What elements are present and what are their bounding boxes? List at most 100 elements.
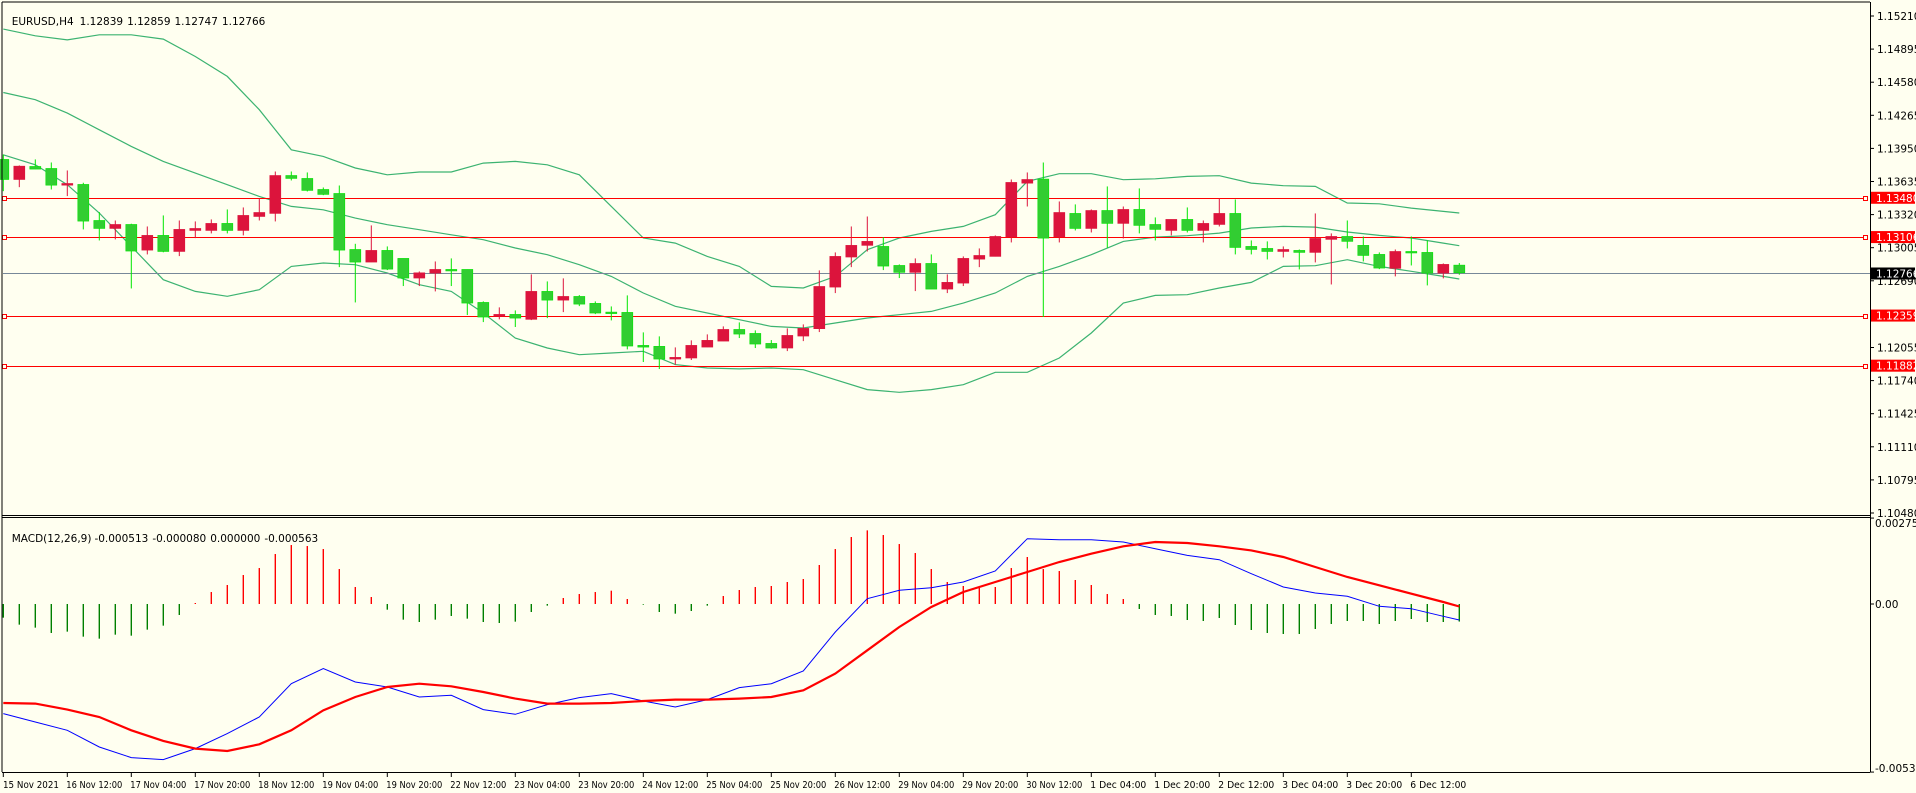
candle-body [925,263,938,290]
time-tick-label: 23 Nov 20:00 [578,780,634,791]
candle-body [1309,238,1322,253]
candle-body [1005,182,1018,238]
candle-body [1405,251,1418,254]
candle-body [29,166,42,170]
line-handle-right[interactable] [1863,196,1868,201]
time-tick-label: 29 Nov 20:00 [962,780,1018,791]
candle-body [573,296,586,305]
candle-body [813,286,826,330]
candle-body [525,291,538,320]
candle-body [157,235,170,252]
header-low: 1.12747 [174,16,218,28]
line-handle-left[interactable] [2,235,7,240]
candle-body [477,302,490,318]
line-handle-right[interactable] [1863,235,1868,240]
candle-body [1341,236,1354,242]
line-handle-left[interactable] [2,314,7,319]
line-handle-left[interactable] [2,364,7,369]
candle-body [733,329,746,335]
price-tick-label: 1.13005 [1877,243,1916,255]
candle-body [701,340,714,348]
candle-body [413,272,426,279]
macd-tick-label: 0.002754 [1875,518,1916,530]
line-handle-right[interactable] [1863,314,1868,319]
candle-body [381,250,394,270]
candle-body [1181,219,1194,231]
candle-body [557,296,570,301]
candle-body [0,159,10,180]
macd-tick-label: -0.005387 [1875,763,1916,775]
price-label-text: 1.11882 [1876,361,1916,373]
candle [589,301,602,315]
candle-body [1133,209,1146,226]
candle-body [125,224,138,252]
price-tick-label: 1.14265 [1877,110,1916,122]
candle [957,256,970,287]
candle-body [13,165,26,180]
line-handle-right[interactable] [1863,364,1868,369]
candle [1005,179,1018,243]
time-tick-label: 3 Dec 20:00 [1346,780,1402,791]
price-tick-label: 1.11740 [1877,376,1916,388]
price-label-text: 1.13480 [1876,193,1916,205]
candle-body [621,312,634,347]
candle-body [429,269,442,274]
candle-body [493,314,506,317]
macd-tick-label: 0.00 [1875,599,1898,611]
candle-body [93,220,106,229]
candle-body [1021,179,1034,184]
price-tick-label: 1.15210 [1877,11,1916,23]
line-handle-left[interactable] [2,196,7,201]
candle-body [189,228,202,231]
candle-body [61,183,74,186]
candle-body [109,224,122,229]
candle-body [1213,213,1226,225]
price-tick-label: 1.14580 [1877,77,1916,89]
candle-body [1421,252,1434,274]
candle-body [1357,245,1370,256]
candle-body [221,223,234,231]
candle-body [237,215,250,231]
price-tick-label: 1.11110 [1877,442,1916,454]
time-tick-label: 29 Nov 04:00 [898,780,954,791]
price-chart[interactable]: 1.15210 1.14895 1.14580 1.14265 1.13950 1.136… [0,0,1916,793]
candle-body [829,256,842,288]
candle-body [1053,212,1066,238]
time-tick-label: 17 Nov 20:00 [194,780,250,791]
price-tick-label: 1.10795 [1877,475,1916,487]
candle-body [1293,250,1306,253]
time-tick-label: 19 Nov 20:00 [386,780,442,791]
candle-body [1037,178,1050,239]
candle-body [141,235,154,251]
candle-body [269,175,282,214]
candle-body [1373,254,1386,269]
time-tick-label: 15 Nov 2021 [3,780,59,791]
candle-body [1117,209,1130,224]
candle-body [765,343,778,349]
header-close: 1.12766 [221,16,266,28]
time-tick-label: 19 Nov 04:00 [322,780,378,791]
candle-body [333,193,346,251]
candle-body [877,246,890,267]
price-tick-label: 1.13635 [1877,176,1916,188]
price-tick-label: 1.13320 [1877,210,1916,222]
candle-body [957,258,970,284]
candle-body [1261,248,1274,252]
price-tick-label: 1.11425 [1877,409,1916,421]
candle-body [941,282,954,290]
macd-value-1: -0.000513 [94,533,149,545]
candle-body [317,189,330,195]
candle-body [669,357,682,360]
candle-body [781,335,794,349]
candle-body [1101,210,1114,224]
candle-body [1453,264,1466,274]
candle-body [461,269,474,304]
candle-body [1437,264,1450,274]
price-label-text: 1.12766 [1876,269,1916,281]
price-label-text: 1.12359 [1876,311,1916,323]
candle-body [1085,210,1098,229]
candle-body [1197,223,1210,231]
candle-body [1165,219,1178,231]
time-tick-label: 18 Nov 12:00 [258,780,314,791]
time-tick-label: 16 Nov 12:00 [66,780,122,791]
